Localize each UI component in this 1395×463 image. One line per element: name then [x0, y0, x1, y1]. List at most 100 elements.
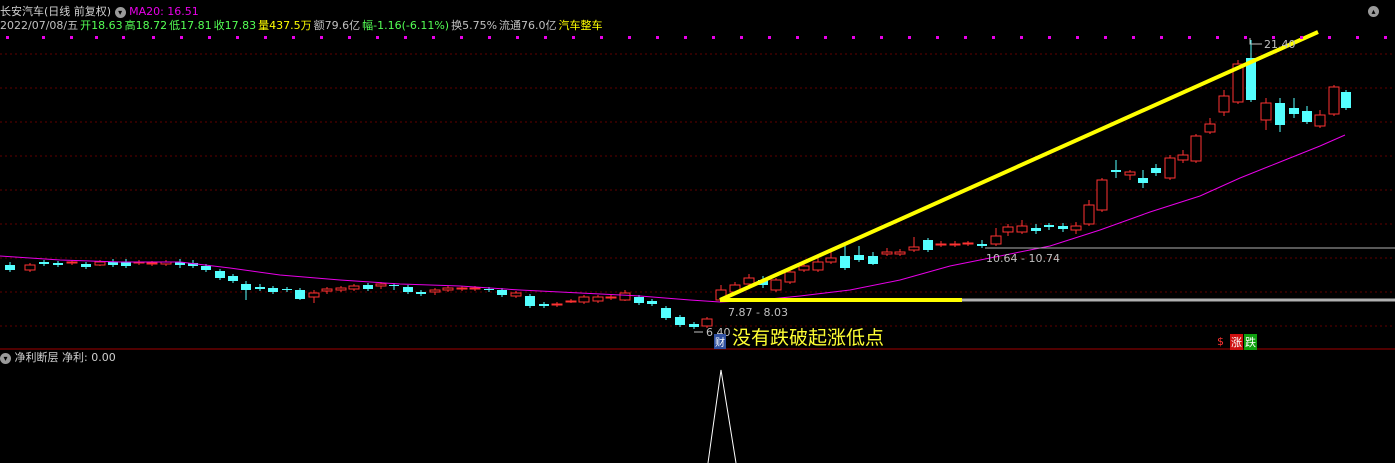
candle-body [201, 266, 211, 270]
quote-date: 2022/07/08/五 [0, 19, 79, 32]
signal-dot [1328, 36, 1331, 39]
quote-close: 收17.83 [213, 19, 257, 32]
header-row-title: 长安汽车(日线 前复权) ▾ MA20: 16.51 [0, 5, 199, 19]
candle-body [1002, 226, 1014, 233]
candle-body [1138, 178, 1148, 183]
indicator-menu-icon[interactable]: ▾ [114, 6, 126, 18]
signal-dot [544, 36, 547, 39]
candle-body [1275, 103, 1285, 125]
candle-body [94, 261, 106, 266]
price-grid [0, 53, 1395, 327]
candle-body [241, 284, 251, 290]
signal-dot [152, 36, 155, 39]
candle-body [634, 297, 644, 303]
signal-dot [1300, 36, 1303, 39]
signal-dot [1160, 36, 1163, 39]
candle-body [108, 262, 118, 265]
candle-body [1341, 92, 1351, 108]
quote-change: 幅-1.16(-6.11%) [362, 19, 450, 32]
finance-marker[interactable]: 财 [714, 334, 726, 349]
signal-dot [1048, 36, 1051, 39]
candle-body [565, 300, 577, 303]
net-profit-spike [707, 369, 737, 463]
signal-dot [404, 36, 407, 39]
sub-panel-menu-icon[interactable]: ▾ [0, 352, 11, 364]
candle-body [825, 257, 837, 263]
stock-title: 长安汽车(日线 前复权) [0, 5, 112, 18]
signal-dot [42, 36, 45, 39]
candle-body [962, 242, 974, 245]
candlesticks [5, 40, 1351, 329]
candle-body [282, 289, 292, 290]
signal-dot [236, 36, 239, 39]
candle-body [442, 287, 454, 291]
signal-dot [1076, 36, 1079, 39]
ma20-line [0, 134, 1346, 303]
candle-body [363, 285, 373, 289]
signal-dot [460, 36, 463, 39]
signal-dot [488, 36, 491, 39]
signal-dot [852, 36, 855, 39]
signal-dot [964, 36, 967, 39]
candle-body [743, 277, 755, 285]
candle-body [1151, 168, 1161, 173]
candle-body [1314, 114, 1326, 127]
candle-body [854, 255, 864, 260]
signal-dot [908, 36, 911, 39]
signal-dot [768, 36, 771, 39]
candle-body [578, 296, 590, 303]
signal-dots [6, 36, 1387, 39]
candle-body [228, 276, 238, 281]
candle-body [1177, 154, 1189, 161]
candle-body [1204, 123, 1216, 133]
candle-body [1083, 204, 1095, 225]
signal-dot [1104, 36, 1107, 39]
candle-body [24, 264, 36, 271]
candle-body [935, 243, 947, 246]
sub-panel-header: ▾ 净利断层 净利: 0.00 [0, 351, 116, 365]
candle-body [403, 287, 413, 292]
settings-button[interactable]: ▴ [1368, 4, 1379, 17]
signal-dot [320, 36, 323, 39]
high-marker-arrow [1249, 38, 1262, 45]
candle-body [121, 262, 131, 266]
signal-dot [1244, 36, 1247, 39]
fall-marker[interactable]: 跌 [1244, 334, 1257, 350]
signal-dot [740, 36, 743, 39]
candle-body [1044, 225, 1054, 227]
signal-dot [432, 36, 435, 39]
candle-body [949, 243, 961, 246]
quote-open: 开18.63 [80, 19, 123, 32]
signal-dot [684, 36, 687, 39]
candle-body [701, 318, 713, 327]
high-price-label: 21.40 [1264, 38, 1296, 51]
candle-body [295, 290, 305, 299]
candle-body [497, 290, 507, 295]
candle-body [798, 265, 810, 271]
candle-body [1016, 225, 1028, 233]
candle-body [605, 296, 617, 299]
candle-body [908, 246, 920, 251]
signal-dot [264, 36, 267, 39]
candle-body [551, 303, 563, 306]
signal-dot [992, 36, 995, 39]
signal-dot [70, 36, 73, 39]
candle-body [1289, 108, 1299, 114]
candle-body [53, 263, 63, 265]
candle-body [592, 296, 604, 302]
quote-sector[interactable]: 汽车整车 [559, 19, 603, 32]
annotation-note: 没有跌破起涨低点 [732, 327, 885, 349]
dollar-marker[interactable]: $ [1217, 335, 1224, 348]
range-label-1: 7.87 - 8.03 [728, 306, 788, 319]
rise-marker[interactable]: 涨 [1230, 334, 1243, 350]
candle-body [375, 283, 387, 287]
signal-dot [1020, 36, 1023, 39]
signal-dot [6, 36, 9, 39]
chevron-up-icon[interactable]: ▴ [1368, 5, 1379, 17]
signal-dot [348, 36, 351, 39]
kline-chart[interactable] [0, 0, 1395, 463]
candle-body [469, 287, 481, 290]
candle-body [335, 287, 347, 291]
signal-dot [1384, 36, 1387, 39]
signal-dot [656, 36, 659, 39]
